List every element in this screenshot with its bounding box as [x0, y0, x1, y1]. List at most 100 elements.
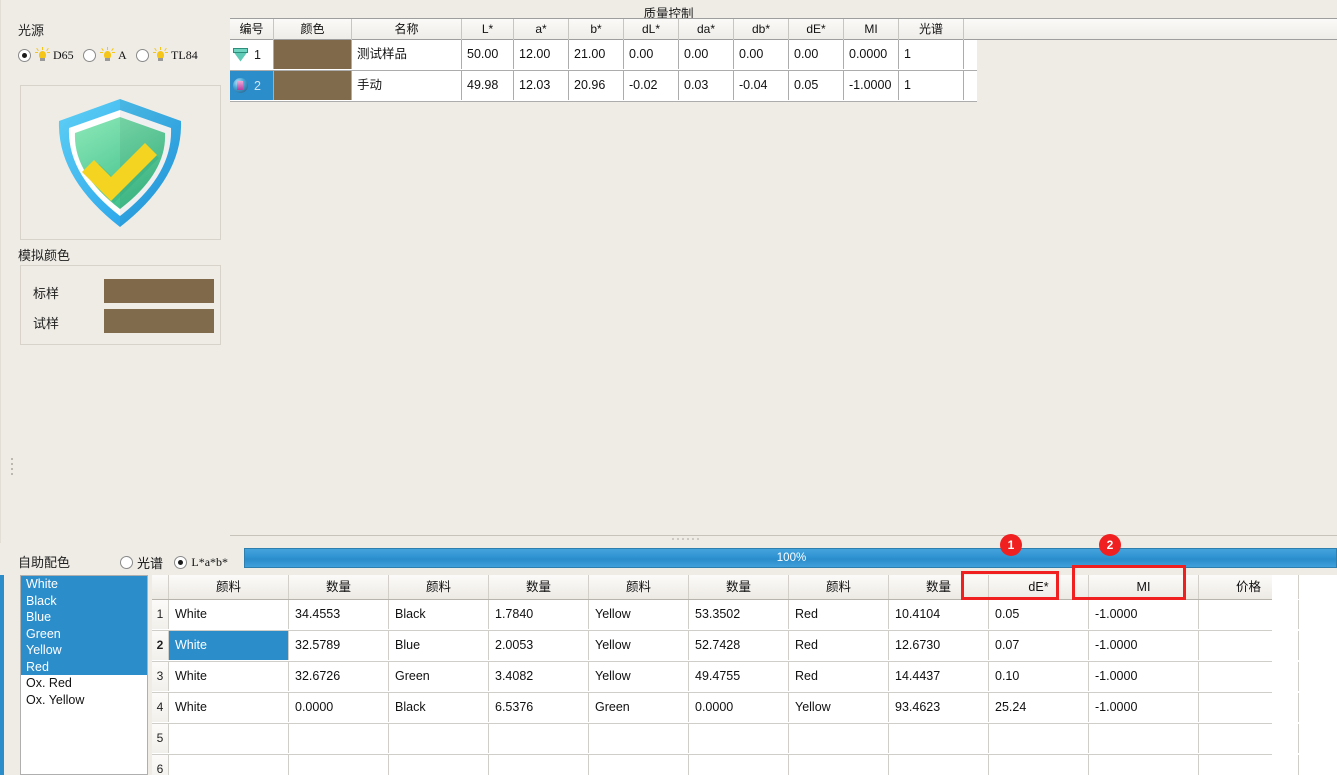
qc-col-header[interactable]: 名称 [352, 19, 462, 40]
colorant-item[interactable]: Blue [21, 609, 147, 626]
qc-table-body: 1测试样品50.0012.0021.000.000.000.000.000.00… [230, 40, 977, 102]
formula-col-header[interactable]: 颜料 [169, 575, 289, 599]
formula-col-header[interactable]: 颜料 [789, 575, 889, 599]
table-row[interactable]: 1测试样品50.0012.0021.000.000.000.000.000.00… [230, 40, 977, 71]
colorant-item[interactable]: Ox. Yellow [21, 692, 147, 709]
formula-cell [889, 724, 989, 753]
qc-cell: 50.00 [462, 40, 514, 69]
radio-d65[interactable] [18, 49, 31, 62]
formula-cell: -1.0000 [1089, 693, 1199, 722]
table-row[interactable]: 2手动49.9812.0320.96-0.020.03-0.040.05-1.0… [230, 71, 977, 102]
qc-col-header[interactable]: da* [679, 19, 734, 40]
colorant-item[interactable]: Black [21, 593, 147, 610]
formula-col-header[interactable]: dE* [989, 575, 1089, 599]
formula-cell [889, 755, 989, 775]
colorant-item[interactable]: Yellow [21, 642, 147, 659]
formula-cell: 34.4553 [289, 600, 389, 629]
splitter-grip-icon[interactable] [672, 538, 702, 542]
table-row[interactable]: 4White0.0000Black6.5376Green0.0000Yellow… [152, 693, 1272, 724]
formula-col-header[interactable]: 价格 [1199, 575, 1299, 599]
formula-row-index: 5 [152, 724, 169, 753]
formula-cell [489, 724, 589, 753]
table-row[interactable]: 3White32.6726Green3.4082Yellow49.4755Red… [152, 662, 1272, 693]
radio-tl84[interactable] [136, 49, 149, 62]
formula-col-header[interactable]: MI [1089, 575, 1199, 599]
formula-table-header: 颜料数量颜料数量颜料数量颜料数量dE*MI价格 [152, 575, 1272, 600]
qc-row-index-cell[interactable]: 1 [230, 40, 274, 69]
qc-col-header[interactable]: dL* [624, 19, 679, 40]
progress-bar: 100% [244, 548, 1337, 568]
table-row[interactable]: 5 [152, 724, 1272, 755]
colorant-item[interactable]: White [21, 576, 147, 593]
qc-cell: 0.0000 [844, 40, 899, 69]
formula-col-header[interactable]: 颜料 [589, 575, 689, 599]
status-icon-panel [20, 85, 221, 240]
qc-cell: 12.00 [514, 40, 569, 69]
formula-cell: White [169, 662, 289, 691]
formula-cell: 0.10 [989, 662, 1089, 691]
colorant-item[interactable]: Green [21, 626, 147, 643]
formula-cell [589, 724, 689, 753]
qc-col-header[interactable]: dE* [789, 19, 844, 40]
formula-cell: White [169, 600, 289, 629]
formula-cell [1089, 755, 1199, 775]
colorant-item[interactable]: Red [21, 659, 147, 676]
qc-cell: 1 [899, 40, 964, 69]
sim-standard-swatch [104, 279, 214, 303]
qc-col-header[interactable]: MI [844, 19, 899, 40]
formula-cell [989, 724, 1089, 753]
match-mode-option-spectrum[interactable]: 光谱 [120, 551, 163, 573]
formula-col-header[interactable]: 数量 [489, 575, 589, 599]
horizontal-splitter[interactable] [230, 535, 1337, 546]
qc-col-header[interactable]: 编号 [230, 19, 274, 40]
qc-color-swatch [274, 40, 352, 69]
colorant-item[interactable]: Ox. Red [21, 675, 147, 692]
shield-check-icon [21, 86, 220, 239]
formula-cell: Green [589, 693, 689, 722]
light-source-option-d65[interactable]: D65 [18, 44, 74, 66]
formula-cell: Black [389, 600, 489, 629]
auto-match-label: 自助配色 [18, 552, 70, 571]
radio-a[interactable] [83, 49, 96, 62]
formula-col-header[interactable]: 数量 [689, 575, 789, 599]
qc-cell: -0.04 [734, 71, 789, 100]
light-source-option-a[interactable]: A [83, 44, 127, 66]
formula-row-index: 3 [152, 662, 169, 691]
left-splitter-handle[interactable] [11, 458, 14, 478]
formula-cell [1199, 724, 1299, 753]
formula-col-header[interactable]: 数量 [289, 575, 389, 599]
match-mode-option-lab[interactable]: L*a*b* [174, 551, 228, 573]
formula-cell [389, 724, 489, 753]
match-mode-label-spectrum: 光谱 [137, 553, 163, 572]
radio-spectrum[interactable] [120, 556, 133, 569]
formula-col-header[interactable]: 颜料 [389, 575, 489, 599]
formula-cell [289, 755, 389, 775]
qc-col-header[interactable]: b* [569, 19, 624, 40]
formula-cell: 0.0000 [689, 693, 789, 722]
lightbulb-icon [100, 47, 115, 63]
qc-col-header[interactable]: 光谱 [899, 19, 964, 40]
formula-cell: Yellow [589, 600, 689, 629]
formula-row-index: 6 [152, 755, 169, 775]
formula-cell: -1.0000 [1089, 600, 1199, 629]
table-row[interactable]: 6 [152, 755, 1272, 775]
table-row[interactable]: 1White34.4553Black1.7840Yellow53.3502Red… [152, 600, 1272, 631]
qc-row-index-cell[interactable]: 2 [230, 71, 274, 100]
qc-col-header[interactable]: db* [734, 19, 789, 40]
colorant-list-scroll-strip[interactable] [0, 575, 4, 775]
sphere-icon [233, 78, 248, 93]
formula-col-header[interactable]: 数量 [889, 575, 989, 599]
qc-col-header[interactable]: a* [514, 19, 569, 40]
qc-cell: -1.0000 [844, 71, 899, 100]
radio-lab[interactable] [174, 556, 187, 569]
formula-cell: Black [389, 693, 489, 722]
formula-cell [689, 755, 789, 775]
annotation-badge-2: 2 [1099, 534, 1121, 556]
formula-cell [489, 755, 589, 775]
qc-col-header[interactable]: L* [462, 19, 514, 40]
qc-col-header[interactable]: 颜色 [274, 19, 352, 40]
colorant-list[interactable]: WhiteBlackBlueGreenYellowRedOx. RedOx. Y… [20, 575, 148, 775]
formula-col-header[interactable] [152, 575, 169, 599]
light-source-option-tl84[interactable]: TL84 [136, 44, 198, 66]
table-row[interactable]: 2White32.5789Blue2.0053Yellow52.7428Red1… [152, 631, 1272, 662]
